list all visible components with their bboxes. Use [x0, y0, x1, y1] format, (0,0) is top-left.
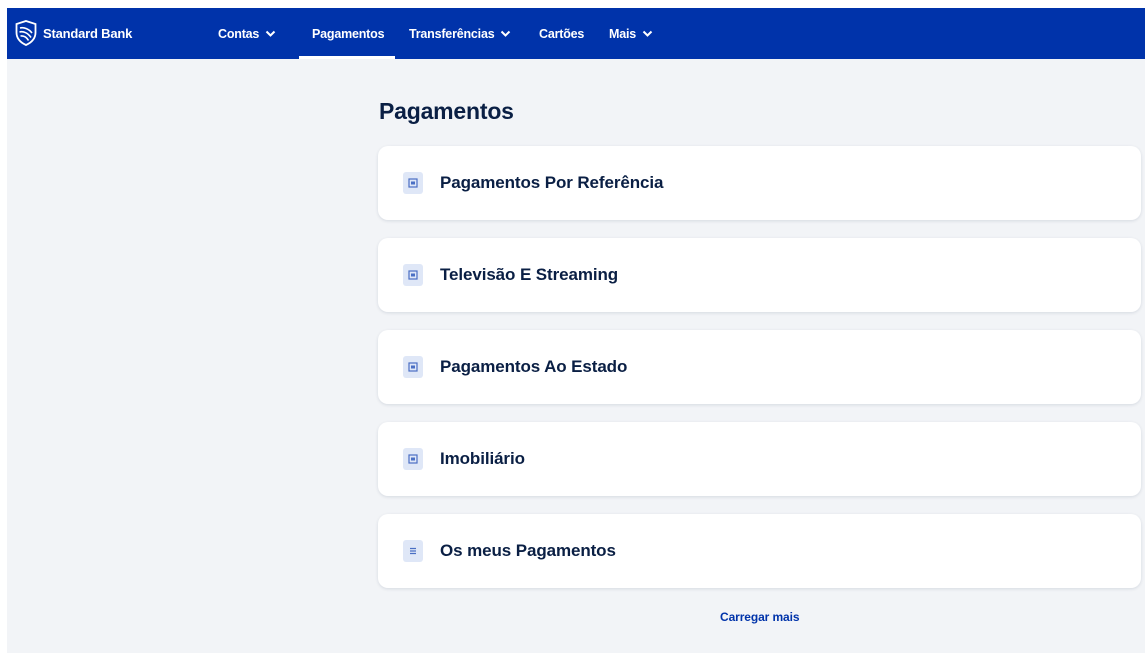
page-title: Pagamentos	[379, 98, 514, 124]
nav-item-label: Pagamentos	[312, 26, 385, 41]
load-more-link[interactable]: Carregar mais	[720, 610, 800, 624]
nav-item-label: Mais	[609, 26, 636, 41]
nav-item-cartoes[interactable]: Cartões	[539, 8, 584, 59]
chevron-down-icon	[501, 30, 511, 37]
card-label: Pagamentos Por Referência	[440, 173, 664, 192]
card-label: Pagamentos Ao Estado	[440, 357, 628, 376]
payment-category-card[interactable]: Pagamentos Por Referência	[378, 146, 1141, 220]
payment-category-card[interactable]: Pagamentos Ao Estado	[378, 330, 1141, 404]
nav-item-transferencias[interactable]: Transferências	[409, 8, 511, 59]
document-icon	[403, 356, 423, 378]
nav-item-label: Cartões	[539, 26, 585, 41]
nav-item-contas[interactable]: Contas	[218, 8, 276, 59]
nav-item-mais[interactable]: Mais	[609, 8, 653, 59]
document-icon	[403, 172, 423, 194]
shield-logo-icon	[15, 20, 37, 46]
nav-item-label: Contas	[218, 26, 260, 41]
chevron-down-icon	[642, 30, 653, 37]
document-icon	[403, 264, 423, 286]
payment-category-card[interactable]: Televisão E Streaming	[378, 238, 1141, 312]
brand-home-link[interactable]: Standard Bank	[15, 19, 132, 47]
list-icon	[403, 540, 423, 562]
card-label: Imobiliário	[440, 449, 525, 468]
nav-item-label: Transferências	[409, 26, 495, 41]
card-label: Televisão E Streaming	[440, 265, 619, 284]
payment-category-card[interactable]: Imobiliário	[378, 422, 1141, 496]
payment-category-card[interactable]: Os meus Pagamentos	[378, 514, 1141, 588]
top-navigation-bar: Standard Bank Contas Pagamentos Transfer…	[7, 8, 1145, 59]
chevron-down-icon	[265, 30, 276, 37]
brand-name: Standard Bank	[43, 25, 133, 41]
document-icon	[403, 448, 423, 470]
nav-item-pagamentos[interactable]: Pagamentos	[299, 8, 395, 59]
card-label: Os meus Pagamentos	[440, 541, 616, 560]
app-window: Standard Bank Contas Pagamentos Transfer…	[0, 0, 1145, 653]
